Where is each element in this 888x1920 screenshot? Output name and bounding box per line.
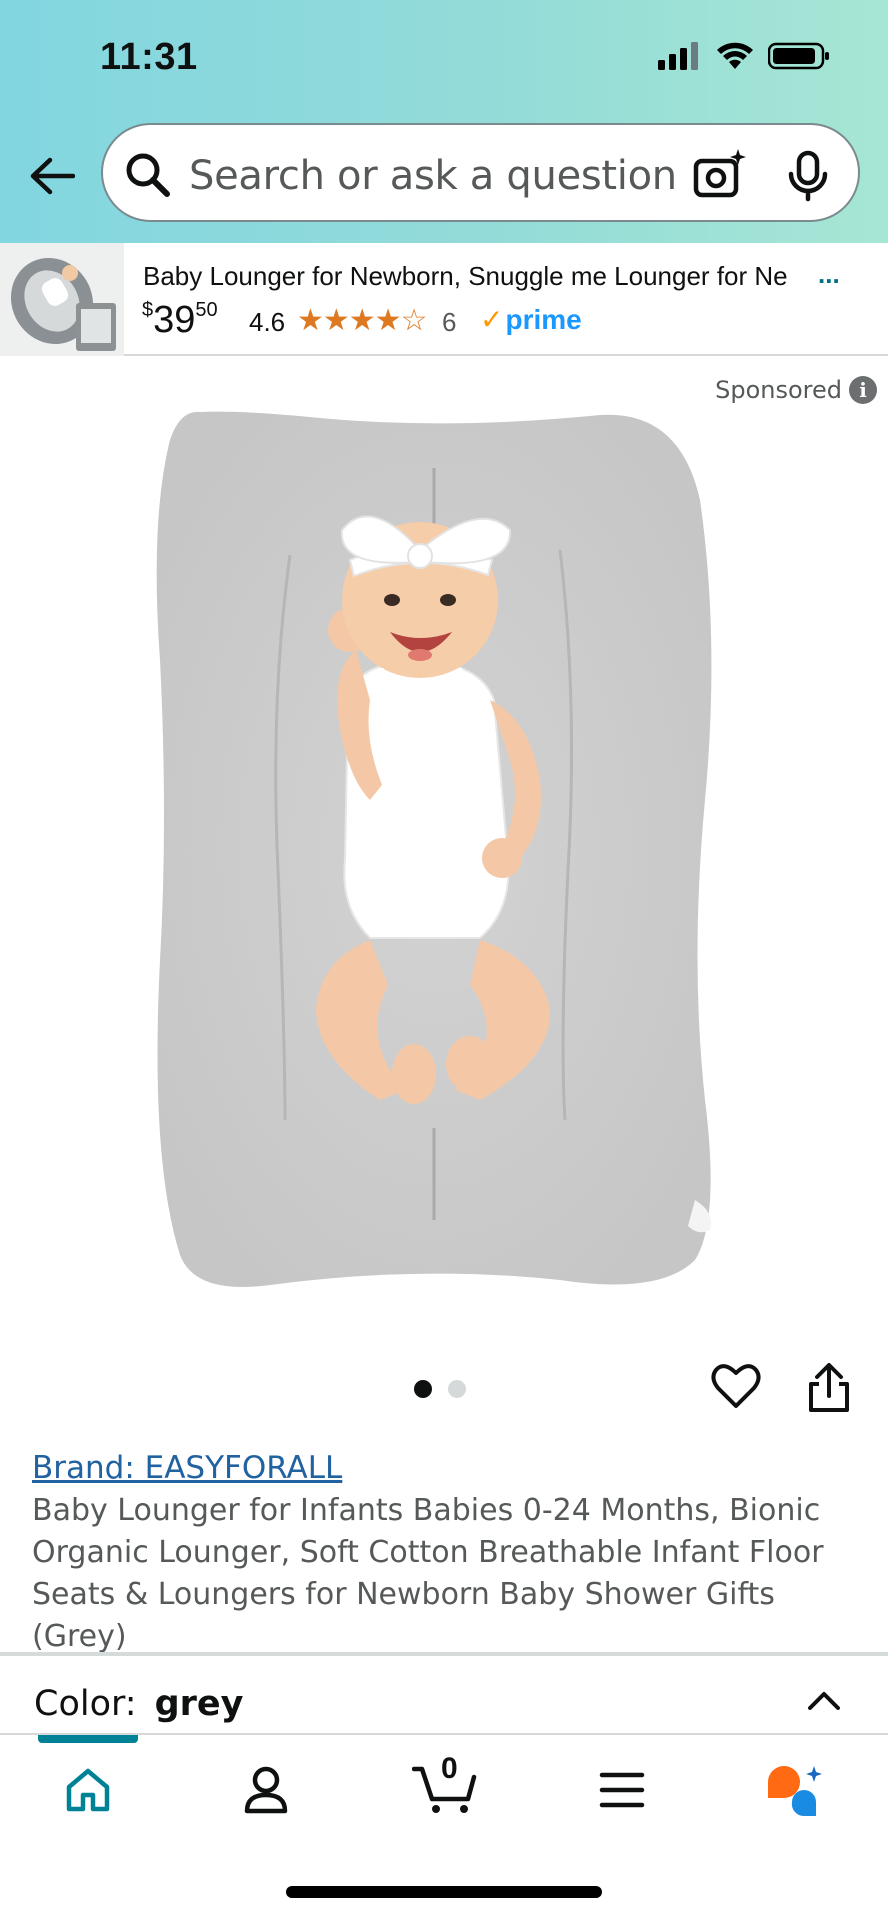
color-label: Color: bbox=[34, 1684, 137, 1724]
chevron-up-icon[interactable] bbox=[806, 1682, 842, 1718]
battery-icon bbox=[768, 42, 829, 70]
ad-price-symbol: $ bbox=[142, 299, 154, 321]
active-tab-indicator bbox=[38, 1735, 138, 1743]
wifi-icon bbox=[717, 42, 753, 69]
heart-icon[interactable] bbox=[710, 1360, 762, 1412]
ad-title-ellipsis: ... bbox=[818, 259, 840, 289]
status-time: 11:31 bbox=[100, 36, 198, 78]
ad-product-title[interactable]: Baby Lounger for Newborn, Snuggle me Lou… bbox=[143, 261, 853, 292]
cart-count: 0 bbox=[441, 1752, 458, 1785]
back-arrow-icon[interactable] bbox=[26, 150, 78, 202]
status-icons bbox=[658, 42, 830, 70]
ad-price-cents: 50 bbox=[195, 299, 218, 321]
prime-check-icon: ✓ bbox=[480, 304, 504, 335]
ad-price: $3950 bbox=[142, 299, 218, 342]
nav-menu[interactable] bbox=[587, 1760, 657, 1820]
home-icon bbox=[66, 1768, 110, 1812]
info-icon[interactable]: i bbox=[849, 376, 877, 404]
menu-icon bbox=[599, 1772, 645, 1808]
brand-link[interactable]: Brand: EASYFORALL bbox=[32, 1450, 342, 1486]
nav-rufus[interactable] bbox=[761, 1760, 831, 1820]
share-icon[interactable] bbox=[806, 1362, 852, 1414]
microphone-icon[interactable] bbox=[786, 150, 830, 202]
search-input[interactable]: Search or ask a question bbox=[101, 123, 860, 222]
search-placeholder: Search or ask a question bbox=[189, 153, 677, 199]
prime-label: prime bbox=[505, 304, 582, 335]
color-value: grey bbox=[154, 1684, 244, 1724]
signal-icon bbox=[658, 42, 698, 70]
ad-star-rating: ★★★★☆ bbox=[297, 304, 427, 337]
top-header: 11:31 Search or ask a question bbox=[0, 0, 888, 243]
product-title: Baby Lounger for Infants Babies 0-24 Mon… bbox=[32, 1493, 824, 1654]
image-carousel-dots bbox=[414, 1380, 466, 1398]
nav-home[interactable] bbox=[53, 1760, 123, 1820]
product-image[interactable] bbox=[120, 400, 740, 1300]
ad-price-whole: 39 bbox=[153, 299, 196, 341]
color-selector[interactable]: Color: grey bbox=[34, 1684, 243, 1724]
home-indicator bbox=[286, 1886, 602, 1898]
nav-cart[interactable]: 0 bbox=[408, 1752, 484, 1820]
rufus-icon bbox=[768, 1766, 822, 1817]
ad-review-count: 6 bbox=[442, 307, 457, 337]
carousel-dot-active[interactable] bbox=[414, 1380, 432, 1398]
camera-icon[interactable] bbox=[692, 147, 748, 203]
sponsored-product-banner[interactable]: Baby Lounger for Newborn, Snuggle me Lou… bbox=[0, 243, 888, 356]
section-divider bbox=[0, 1652, 888, 1656]
search-icon bbox=[126, 153, 170, 197]
prime-badge: ✓prime bbox=[480, 303, 582, 336]
ad-rating-value: 4.6 bbox=[249, 307, 286, 337]
account-icon bbox=[244, 1766, 288, 1814]
ad-product-thumbnail[interactable] bbox=[0, 243, 124, 356]
carousel-dot[interactable] bbox=[448, 1380, 466, 1398]
nav-account[interactable] bbox=[231, 1760, 301, 1820]
